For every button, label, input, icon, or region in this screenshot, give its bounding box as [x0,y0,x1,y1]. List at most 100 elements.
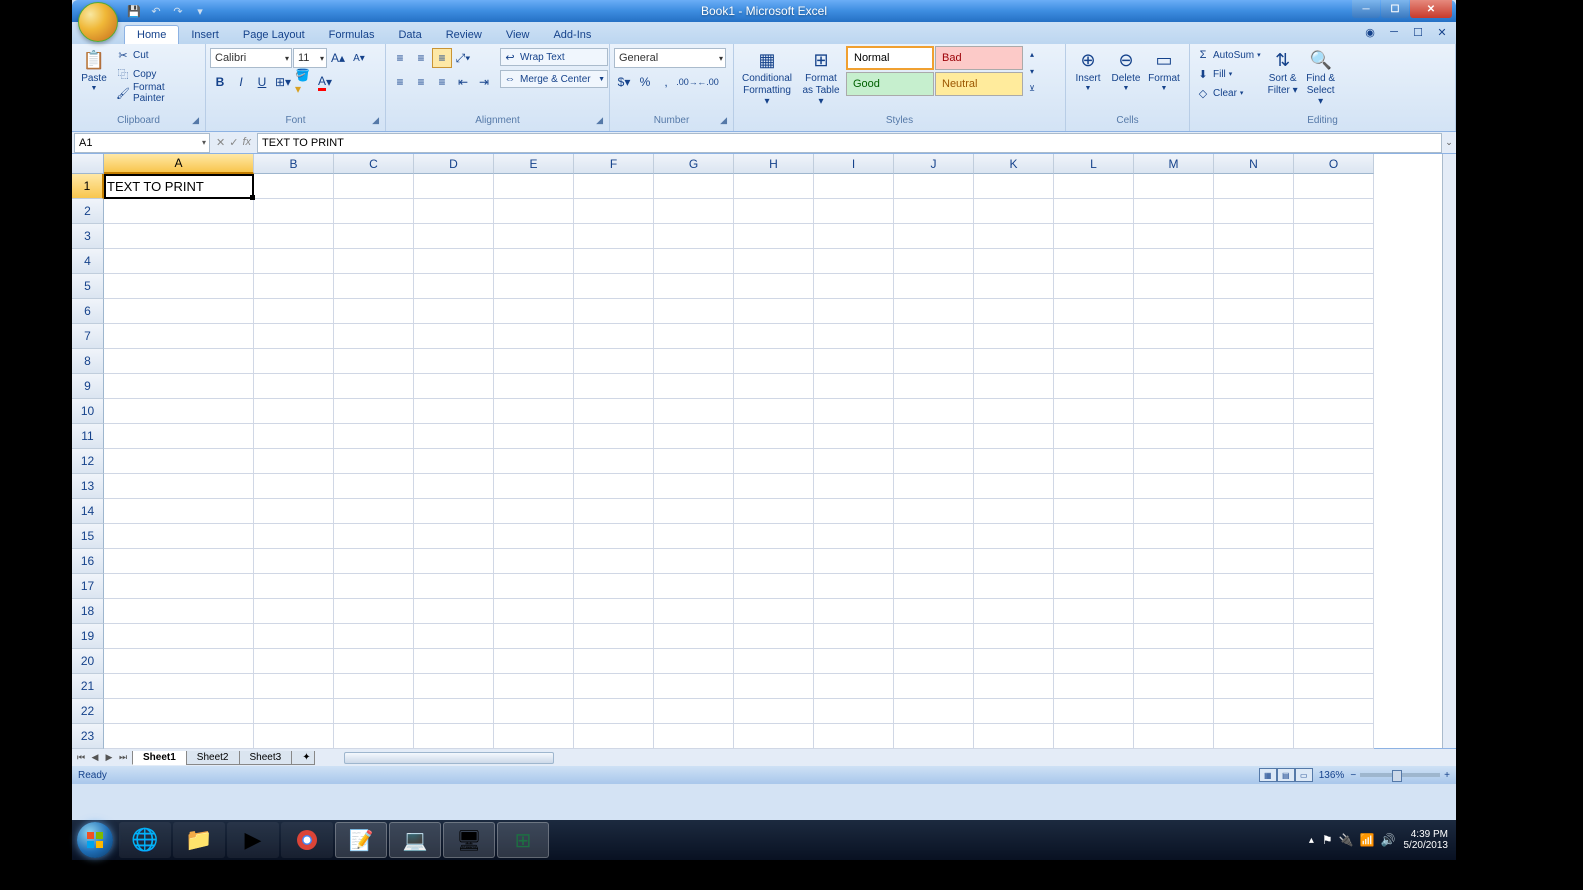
cell-A3[interactable] [104,224,254,249]
cell-B1[interactable] [254,174,334,199]
cell-D3[interactable] [414,224,494,249]
prev-sheet-icon[interactable]: ◀ [88,750,102,766]
col-header-F[interactable]: F [574,154,654,174]
cell-M8[interactable] [1134,349,1214,374]
cell-D8[interactable] [414,349,494,374]
tab-data[interactable]: Data [386,26,433,44]
comma-icon[interactable]: , [656,72,676,92]
cell-K20[interactable] [974,649,1054,674]
cell-M5[interactable] [1134,274,1214,299]
cell-D12[interactable] [414,449,494,474]
align-right-icon[interactable]: ≡ [432,72,452,92]
last-sheet-icon[interactable]: ⏭ [116,750,130,766]
cell-H7[interactable] [734,324,814,349]
cell-G21[interactable] [654,674,734,699]
cell-G14[interactable] [654,499,734,524]
cell-A6[interactable] [104,299,254,324]
cell-A20[interactable] [104,649,254,674]
cell-G7[interactable] [654,324,734,349]
cell-O17[interactable] [1294,574,1374,599]
increase-indent-icon[interactable]: ⇥ [474,72,494,92]
cell-J3[interactable] [894,224,974,249]
formula-input[interactable]: TEXT TO PRINT [257,133,1442,153]
cell-M17[interactable] [1134,574,1214,599]
cell-I23[interactable] [814,724,894,749]
sort-filter-button[interactable]: ⇅Sort &Filter ▾ [1265,46,1301,98]
cell-F6[interactable] [574,299,654,324]
cell-G15[interactable] [654,524,734,549]
cell-B15[interactable] [254,524,334,549]
cell-L12[interactable] [1054,449,1134,474]
cell-K19[interactable] [974,624,1054,649]
cell-G2[interactable] [654,199,734,224]
cell-M3[interactable] [1134,224,1214,249]
style-bad[interactable]: Bad [935,46,1023,70]
qat-customize-icon[interactable]: ▾ [192,3,208,19]
cell-N16[interactable] [1214,549,1294,574]
cell-G19[interactable] [654,624,734,649]
network-icon[interactable]: 📶 [1360,833,1375,847]
col-header-A[interactable]: A [104,154,254,174]
cell-L10[interactable] [1054,399,1134,424]
cell-C8[interactable] [334,349,414,374]
cell-F17[interactable] [574,574,654,599]
cell-A12[interactable] [104,449,254,474]
cell-E14[interactable] [494,499,574,524]
cell-L7[interactable] [1054,324,1134,349]
cell-A8[interactable] [104,349,254,374]
cell-J19[interactable] [894,624,974,649]
cell-F10[interactable] [574,399,654,424]
col-header-J[interactable]: J [894,154,974,174]
cell-G6[interactable] [654,299,734,324]
cell-J8[interactable] [894,349,974,374]
clock[interactable]: 4:39 PM 5/20/2013 [1404,829,1449,851]
cell-L23[interactable] [1054,724,1134,749]
cell-B20[interactable] [254,649,334,674]
cell-J9[interactable] [894,374,974,399]
dialog-launcher-icon[interactable]: ◢ [192,115,199,126]
cell-J17[interactable] [894,574,974,599]
cell-H12[interactable] [734,449,814,474]
cell-O15[interactable] [1294,524,1374,549]
cell-E19[interactable] [494,624,574,649]
col-header-H[interactable]: H [734,154,814,174]
cell-I9[interactable] [814,374,894,399]
cell-A10[interactable] [104,399,254,424]
cell-F15[interactable] [574,524,654,549]
cell-F21[interactable] [574,674,654,699]
fill-color-button[interactable]: 🪣▾ [294,72,314,92]
cell-K13[interactable] [974,474,1054,499]
cell-C4[interactable] [334,249,414,274]
cell-E22[interactable] [494,699,574,724]
cell-K22[interactable] [974,699,1054,724]
styles-scroll-up-icon[interactable]: ▴ [1025,47,1039,61]
cell-G8[interactable] [654,349,734,374]
cell-K11[interactable] [974,424,1054,449]
styles-scroll-down-icon[interactable]: ▾ [1025,64,1039,78]
cell-F22[interactable] [574,699,654,724]
cell-I17[interactable] [814,574,894,599]
cell-C22[interactable] [334,699,414,724]
cell-E9[interactable] [494,374,574,399]
select-all-corner[interactable] [72,154,104,174]
cell-E13[interactable] [494,474,574,499]
dialog-launcher-icon[interactable]: ◢ [720,115,727,126]
cell-K5[interactable] [974,274,1054,299]
cell-C14[interactable] [334,499,414,524]
cell-N22[interactable] [1214,699,1294,724]
cell-E5[interactable] [494,274,574,299]
cell-H5[interactable] [734,274,814,299]
cell-E11[interactable] [494,424,574,449]
restore-workbook-icon[interactable]: ☐ [1410,24,1426,40]
insert-cells-button[interactable]: ⊕Insert▼ [1070,46,1106,94]
row-header-9[interactable]: 9 [72,374,104,399]
cell-L20[interactable] [1054,649,1134,674]
cell-H17[interactable] [734,574,814,599]
cell-H4[interactable] [734,249,814,274]
sheet-tab-2[interactable]: Sheet2 [186,751,240,765]
cell-D14[interactable] [414,499,494,524]
volume-icon[interactable]: 🔊 [1381,833,1396,847]
undo-icon[interactable]: ↶ [148,3,164,19]
col-header-D[interactable]: D [414,154,494,174]
cell-G12[interactable] [654,449,734,474]
